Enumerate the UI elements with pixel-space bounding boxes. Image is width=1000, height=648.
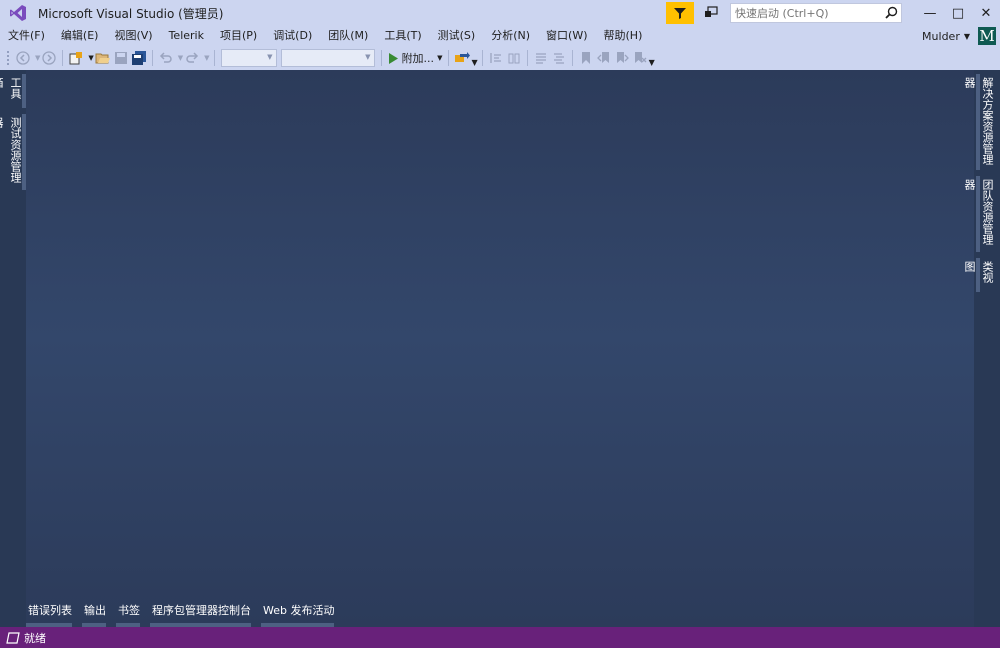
- toolbar-separator: [151, 50, 153, 66]
- user-name[interactable]: Mulder: [922, 30, 960, 43]
- menu-analyze[interactable]: 分析(N): [483, 26, 538, 46]
- tab-solution-explorer[interactable]: 解决方案资源管理器: [963, 74, 996, 170]
- chevron-down-icon[interactable]: ▼: [365, 53, 370, 61]
- avatar[interactable]: M: [978, 27, 996, 45]
- tab-bookmarks[interactable]: 书签: [116, 601, 140, 627]
- left-autohide-strip: 工具箱 测试资源管理器: [0, 70, 26, 627]
- browser-link-icon[interactable]: [454, 48, 471, 68]
- chevron-down-icon[interactable]: ▼: [178, 54, 183, 62]
- standard-toolbar: ▼ ▼ ▼ ▼ ▼ ▼ 附加... ▼ ▼ ▼: [0, 46, 1000, 70]
- ide-main-area: 工具箱 测试资源管理器 解决方案资源管理器 团队资源管理器 类视图 错误列表 输…: [0, 70, 1000, 627]
- chevron-down-icon[interactable]: ▼: [35, 54, 40, 62]
- tab-error-list[interactable]: 错误列表: [26, 601, 72, 627]
- chevron-down-icon[interactable]: ▼: [964, 32, 970, 41]
- maximize-button[interactable]: □: [944, 0, 972, 26]
- quick-launch-input[interactable]: [735, 6, 875, 20]
- chevron-down-icon[interactable]: ▼: [88, 54, 93, 62]
- search-icon[interactable]: [885, 6, 898, 22]
- menu-help[interactable]: 帮助(H): [596, 26, 651, 46]
- next-bookmark-icon[interactable]: [614, 48, 630, 68]
- filter-icon[interactable]: [666, 2, 694, 24]
- quick-launch-box[interactable]: [730, 3, 902, 23]
- menu-debug[interactable]: 调试(D): [265, 26, 320, 46]
- chevron-down-icon[interactable]: ▼: [437, 54, 442, 62]
- chevron-down-icon[interactable]: ▼: [204, 54, 209, 62]
- menu-view[interactable]: 视图(V): [106, 26, 160, 46]
- toolbar-separator: [526, 50, 528, 66]
- document-well: [26, 70, 974, 627]
- tab-web-publish-activity[interactable]: Web 发布活动: [261, 601, 335, 627]
- previous-bookmark-icon[interactable]: [596, 48, 612, 68]
- undo-icon[interactable]: [158, 48, 174, 68]
- uncomment-lines-icon[interactable]: [551, 48, 567, 68]
- save-all-icon[interactable]: [131, 48, 147, 68]
- solution-platform-combo[interactable]: ▼: [280, 49, 375, 67]
- account-area[interactable]: Mulder ▼ M: [922, 26, 996, 46]
- tab-output[interactable]: 输出: [82, 601, 106, 627]
- tab-error-list-label: 错误列表: [28, 604, 72, 617]
- tab-team-explorer[interactable]: 团队资源管理器: [963, 176, 996, 252]
- new-project-icon[interactable]: [68, 48, 84, 68]
- toolbar-separator: [62, 50, 64, 66]
- menu-tools[interactable]: 工具(T): [376, 26, 429, 46]
- tab-output-label: 输出: [84, 604, 106, 617]
- toolbar-overflow-icon[interactable]: ▼: [471, 58, 477, 67]
- menu-bar: 文件(F) 编辑(E) 视图(V) Telerik 项目(P) 调试(D) 团队…: [0, 26, 1000, 46]
- toolbar-overflow-icon[interactable]: ▼: [649, 58, 655, 67]
- comment-lines-icon[interactable]: [533, 48, 549, 68]
- menu-team[interactable]: 团队(M): [320, 26, 376, 46]
- toolbar-separator: [571, 50, 573, 66]
- minimize-button[interactable]: —: [916, 0, 944, 26]
- visual-studio-logo-icon: [8, 3, 28, 23]
- title-bar: Microsoft Visual Studio (管理员) — □ ✕: [0, 0, 1000, 26]
- save-icon[interactable]: [113, 48, 129, 68]
- chevron-down-icon[interactable]: ▼: [267, 53, 272, 61]
- tab-toolbox-label: 工具箱: [0, 77, 22, 99]
- toolbar-separator: [213, 50, 215, 66]
- right-autohide-strip: 解决方案资源管理器 团队资源管理器 类视图: [963, 70, 1000, 627]
- tab-indicator: [976, 176, 980, 252]
- menu-telerik[interactable]: Telerik: [161, 26, 212, 46]
- tab-class-view[interactable]: 类视图: [963, 258, 996, 292]
- tab-indicator: [976, 74, 980, 170]
- tab-test-explorer-label: 测试资源管理器: [0, 117, 22, 183]
- notification-icon[interactable]: [4, 629, 22, 647]
- menu-project[interactable]: 项目(P): [212, 26, 265, 46]
- bottom-autohide-strip: 错误列表 输出 书签 程序包管理器控制台 Web 发布活动: [26, 601, 344, 627]
- solution-configuration-combo[interactable]: ▼: [220, 49, 277, 67]
- open-file-icon[interactable]: [95, 48, 111, 68]
- toolbar-separator: [380, 50, 382, 66]
- redo-icon[interactable]: [184, 48, 200, 68]
- format-layout-icon[interactable]: [506, 48, 522, 68]
- window-title: Microsoft Visual Studio (管理员): [38, 6, 224, 21]
- status-bar: 就绪: [0, 627, 1000, 648]
- start-debugging-label: 附加...: [401, 52, 435, 65]
- menu-window[interactable]: 窗口(W): [538, 26, 595, 46]
- menu-file[interactable]: 文件(F): [0, 26, 53, 46]
- menu-edit[interactable]: 编辑(E): [53, 26, 107, 46]
- play-icon: [388, 52, 398, 64]
- tab-package-manager-console-label: 程序包管理器控制台: [152, 604, 251, 617]
- navigate-back-icon[interactable]: [15, 48, 31, 68]
- toolbar-separator: [481, 50, 483, 66]
- status-text: 就绪: [24, 631, 46, 645]
- tab-indicator: [976, 258, 980, 292]
- feedback-icon[interactable]: [700, 2, 722, 24]
- bookmark-icon[interactable]: [578, 48, 594, 68]
- toolbar-grip[interactable]: [6, 50, 10, 66]
- format-align-icon[interactable]: [488, 48, 504, 68]
- tab-web-publish-activity-label: Web 发布活动: [263, 604, 335, 617]
- clear-bookmarks-icon[interactable]: [632, 48, 648, 68]
- navigate-forward-icon[interactable]: [41, 48, 57, 68]
- start-debugging-button[interactable]: 附加... ▼: [386, 48, 445, 68]
- menu-test[interactable]: 测试(S): [430, 26, 484, 46]
- tab-package-manager-console[interactable]: 程序包管理器控制台: [150, 601, 251, 627]
- tab-bookmarks-label: 书签: [118, 604, 140, 617]
- tab-toolbox[interactable]: 工具箱: [0, 74, 26, 108]
- tab-test-explorer[interactable]: 测试资源管理器: [0, 114, 26, 190]
- close-button[interactable]: ✕: [972, 0, 1000, 26]
- toolbar-separator: [448, 50, 450, 66]
